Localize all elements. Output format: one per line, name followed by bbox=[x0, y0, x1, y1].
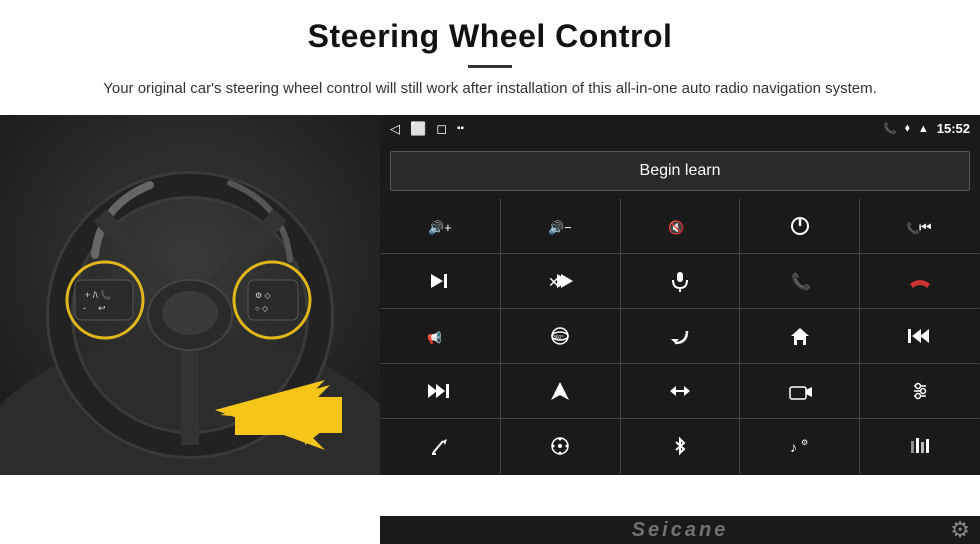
prev-prev-button[interactable] bbox=[860, 309, 979, 363]
pen-button[interactable] bbox=[381, 419, 500, 473]
settings-gear-icon[interactable]: ⚙ bbox=[950, 517, 970, 543]
next-button[interactable] bbox=[381, 254, 500, 308]
bottom-bar: Seicane ⚙ bbox=[380, 516, 980, 544]
steering-wheel-photo: + /\ 📞 - ↩ ⚙ ◇ ○ ◇ bbox=[0, 115, 380, 475]
camera-button[interactable] bbox=[740, 364, 859, 418]
mute-button[interactable]: 🔇 bbox=[621, 199, 740, 253]
home-button[interactable] bbox=[740, 309, 859, 363]
subtitle: Your original car's steering wheel contr… bbox=[0, 78, 980, 101]
page-title: Steering Wheel Control bbox=[0, 0, 980, 59]
svg-text:-: - bbox=[83, 303, 86, 313]
svg-text:📞: 📞 bbox=[906, 221, 920, 235]
svg-text:📞: 📞 bbox=[791, 271, 811, 291]
svg-text:🔊+: 🔊+ bbox=[428, 219, 452, 236]
menu-button[interactable] bbox=[501, 419, 620, 473]
svg-text:📞: 📞 bbox=[100, 289, 112, 300]
signal-icon: ▪▪ bbox=[457, 123, 464, 134]
music-button[interactable]: ♪ ⚙ bbox=[740, 419, 859, 473]
svg-text:♪: ♪ bbox=[790, 439, 797, 455]
svg-text:🔇: 🔇 bbox=[668, 220, 684, 235]
bluetooth-button[interactable] bbox=[621, 419, 740, 473]
recent-nav-icon[interactable]: ◻ bbox=[436, 121, 447, 137]
status-bar: ◁ ⬜ ◻ ▪▪ 📞 ⬧ ▲ 15:52 bbox=[380, 115, 980, 143]
phone-status-icon: 📞 bbox=[883, 122, 897, 135]
vol-up-button[interactable]: 🔊+ bbox=[381, 199, 500, 253]
hang-up-button[interactable] bbox=[860, 254, 979, 308]
prev-call-button[interactable]: 📞 ⏮ bbox=[860, 199, 979, 253]
navigation-button[interactable] bbox=[501, 364, 620, 418]
main-content: + /\ 📞 - ↩ ⚙ ◇ ○ ◇ ◁ ⬜ ◻ bbox=[0, 115, 980, 475]
svg-text:⚙: ⚙ bbox=[801, 438, 808, 447]
sound-button[interactable]: 📢 bbox=[381, 309, 500, 363]
svg-text:○ ◇: ○ ◇ bbox=[255, 304, 269, 313]
svg-text:⚙ ◇: ⚙ ◇ bbox=[255, 291, 271, 300]
begin-learn-button[interactable]: Begin learn bbox=[390, 151, 970, 191]
begin-learn-container: Begin learn bbox=[380, 143, 980, 199]
status-time: 15:52 bbox=[937, 121, 970, 136]
360-button[interactable]: 360° bbox=[501, 309, 620, 363]
power-button[interactable] bbox=[740, 199, 859, 253]
title-divider bbox=[468, 65, 512, 68]
status-left: ◁ ⬜ ◻ ▪▪ bbox=[390, 121, 464, 137]
location-icon: ⬧ bbox=[905, 122, 910, 135]
back-nav-icon[interactable]: ◁ bbox=[390, 121, 400, 137]
control-panel: ◁ ⬜ ◻ ▪▪ 📞 ⬧ ▲ 15:52 Begin learn 🔊+ 🔊− bbox=[380, 115, 980, 475]
watermark: Seicane bbox=[632, 519, 729, 542]
home-nav-icon[interactable]: ⬜ bbox=[410, 121, 426, 137]
status-right: 📞 ⬧ ▲ 15:52 bbox=[883, 121, 970, 136]
equalizer-button[interactable] bbox=[860, 419, 979, 473]
back-button[interactable] bbox=[621, 309, 740, 363]
svg-text:+ /\: + /\ bbox=[85, 290, 98, 300]
svg-text:360°: 360° bbox=[553, 335, 563, 341]
fast-fwd-button[interactable] bbox=[381, 364, 500, 418]
svg-text:↩: ↩ bbox=[98, 303, 106, 313]
svg-text:🔊−: 🔊− bbox=[548, 219, 572, 236]
svg-text:⏮: ⏮ bbox=[919, 219, 932, 235]
source-button[interactable] bbox=[621, 364, 740, 418]
vol-down-button[interactable]: 🔊− bbox=[501, 199, 620, 253]
shuffle-ff-button[interactable]: ✕ bbox=[501, 254, 620, 308]
adjustments-button[interactable] bbox=[860, 364, 979, 418]
mic-button[interactable] bbox=[621, 254, 740, 308]
svg-text:📢: 📢 bbox=[427, 331, 442, 345]
phone-button[interactable]: 📞 bbox=[740, 254, 859, 308]
wifi-icon: ▲ bbox=[918, 123, 929, 135]
controls-grid: 🔊+ 🔊− 🔇 📞 ⏮ bbox=[381, 199, 979, 474]
